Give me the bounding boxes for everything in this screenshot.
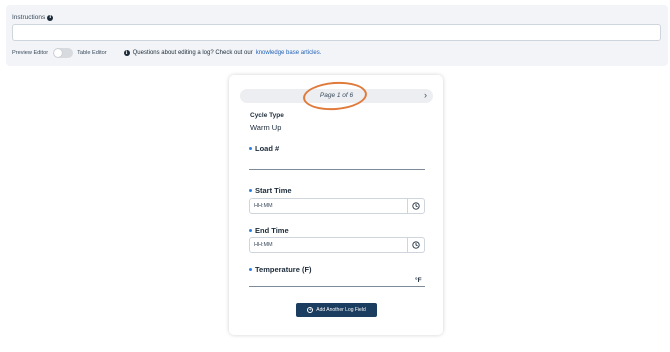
required-dot xyxy=(249,189,252,192)
required-dot xyxy=(249,268,252,271)
instructions-input[interactable] xyxy=(12,24,661,41)
help-message: Questions about editing a log? Check out… xyxy=(132,50,253,56)
temperature-label: Temperature (F) xyxy=(255,265,312,274)
editor-toggle[interactable] xyxy=(53,48,74,58)
add-log-field-label: Add Another Log Field xyxy=(316,307,366,313)
required-dot xyxy=(249,147,252,150)
end-time-input[interactable]: HH:MM xyxy=(249,237,425,253)
load-input[interactable] xyxy=(249,169,425,170)
clock-icon[interactable] xyxy=(407,238,424,252)
cycle-type-value: Warm Up xyxy=(250,123,282,132)
toggle-knob xyxy=(54,49,63,57)
help-text: i Questions about editing a log? Check o… xyxy=(123,50,322,56)
instructions-label: Instructions xyxy=(12,14,46,21)
preview-editor-label: Preview Editor xyxy=(12,50,49,56)
start-time-label: Start Time xyxy=(255,186,292,195)
clock-icon[interactable] xyxy=(407,199,424,213)
temperature-input[interactable] xyxy=(249,286,425,287)
temperature-label-row: Temperature (F) xyxy=(249,265,312,274)
required-dot xyxy=(249,229,252,232)
info-icon[interactable]: i xyxy=(47,14,54,21)
add-log-field-button[interactable]: + Add Another Log Field xyxy=(296,303,377,317)
table-editor-label: Table Editor xyxy=(77,50,107,56)
chevron-right-icon[interactable]: › xyxy=(424,90,427,100)
page-navigator: Page 1 of 6 › xyxy=(240,89,433,103)
load-label: Load # xyxy=(255,144,280,153)
info-icon: i xyxy=(123,50,130,56)
start-time-input[interactable]: HH:MM xyxy=(249,198,425,214)
instructions-label-row: Instructions i xyxy=(12,14,54,21)
end-time-placeholder: HH:MM xyxy=(254,242,273,248)
plus-circle-icon: + xyxy=(307,306,314,313)
log-card: Page 1 of 6 › Cycle Type Warm Up Load # … xyxy=(229,75,443,335)
end-time-label-row: End Time xyxy=(249,226,289,235)
temperature-unit: °F xyxy=(415,277,422,284)
cycle-type-label: Cycle Type xyxy=(250,112,284,119)
editor-toggle-row: Preview Editor Table Editor i Questions … xyxy=(12,47,321,59)
knowledge-base-link[interactable]: knowledge base articles. xyxy=(256,50,322,56)
start-time-placeholder: HH:MM xyxy=(254,203,273,209)
start-time-label-row: Start Time xyxy=(249,186,292,195)
instructions-panel: Instructions i Preview Editor Table Edit… xyxy=(6,5,668,66)
page-indicator: Page 1 of 6 xyxy=(319,92,354,99)
end-time-label: End Time xyxy=(255,226,289,235)
load-label-row: Load # xyxy=(249,144,279,153)
